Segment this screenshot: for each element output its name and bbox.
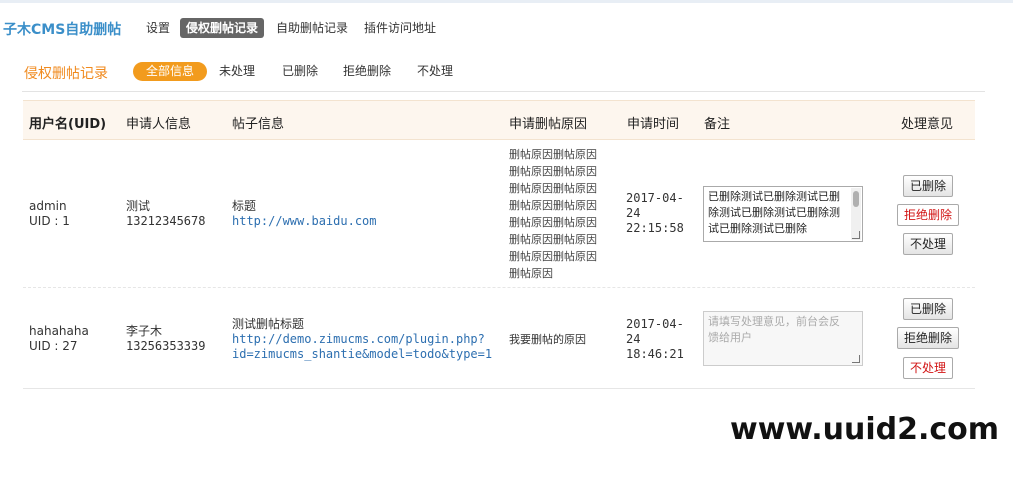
reason-line: 删帖原因删帖原因 <box>509 182 597 195</box>
col-username: 用户名(UID) <box>29 117 107 132</box>
username: hahahaha UID : 27 <box>29 324 89 354</box>
applicant-name: 测试 <box>126 199 151 213</box>
nav-infringement-records[interactable]: 侵权删帖记录 <box>180 18 265 38</box>
post-link[interactable]: http://demo.zimucms.com/plugin.php? <box>232 332 492 347</box>
applicant-info: 李子木 13256353339 <box>126 324 205 354</box>
applicant-phone: 13212345678 <box>126 214 206 228</box>
post-title: 测试删帖标题 <box>232 317 305 331</box>
time-clock: 22:15:58 <box>626 221 684 235</box>
applicant-info: 测试 13212345678 <box>126 199 205 229</box>
top-border <box>0 0 1013 3</box>
post-info: 测试删帖标题 http://demo.zimucms.com/plugin.ph… <box>232 317 492 362</box>
nav-settings[interactable]: 设置 <box>140 18 176 38</box>
reason-line: 删帖原因删帖原因 <box>509 233 597 246</box>
username: admin UID : 1 <box>29 199 70 229</box>
uid-text: UID : 27 <box>29 339 78 353</box>
apply-time: 2017-04- 24 18:46:21 <box>626 317 684 362</box>
nav-self-delete-records[interactable]: 自助删帖记录 <box>270 18 354 38</box>
reason-line: 删帖原因删帖原因 <box>509 250 597 263</box>
reason-line: 删帖原因删帖原因 <box>509 165 597 178</box>
time-day: 24 <box>626 332 641 346</box>
delete-reason: 删帖原因删帖原因 删帖原因删帖原因 删帖原因删帖原因 删帖原因删帖原因 删帖原因… <box>509 146 609 282</box>
time-day: 24 <box>626 206 641 220</box>
uid-text: UID : 1 <box>29 214 70 228</box>
time-date: 2017-04- <box>626 191 684 205</box>
top-navigation: 子木CMS自助删帖 设置 侵权删帖记录 自助删帖记录 插件访问地址 <box>0 0 1013 54</box>
table-row: admin UID : 1 测试 13212345678 标题 http://w… <box>23 140 975 288</box>
reason-line: 删帖原因删帖原因 <box>509 216 597 229</box>
resize-grip-icon[interactable] <box>852 355 860 363</box>
deleted-button[interactable]: 已删除 <box>903 298 954 320</box>
ignore-button[interactable]: 不处理 <box>903 233 954 255</box>
reason-line: 删帖原因 <box>509 267 553 280</box>
brand-title: 子木CMS自助删帖 <box>3 22 122 38</box>
watermark: www.uuid2.com <box>730 412 1000 447</box>
scroll-thumb[interactable] <box>853 191 859 207</box>
filter-all[interactable]: 全部信息 <box>133 62 208 81</box>
nav-plugin-url[interactable]: 插件访问地址 <box>358 18 442 38</box>
username-text: hahahaha <box>29 324 89 338</box>
refuse-delete-button[interactable]: 拒绝删除 <box>897 327 960 349</box>
username-text: admin <box>29 199 67 213</box>
post-title: 标题 <box>232 199 257 213</box>
post-link[interactable]: http://www.baidu.com <box>232 214 377 229</box>
section-title: 侵权删帖记录 <box>24 66 108 82</box>
delete-reason: 我要删帖的原因 <box>509 333 586 346</box>
memo-textarea[interactable]: 请填写处理意见，前台会反馈给用户 <box>703 311 863 366</box>
filter-refused[interactable]: 拒绝删除 <box>337 62 397 81</box>
applicant-phone: 13256353339 <box>126 339 206 353</box>
post-link[interactable]: id=zimucms_shantie&model=todo&type=1 <box>232 347 492 362</box>
memo-placeholder: 请填写处理意见，前台会反馈给用户 <box>708 315 840 344</box>
filter-deleted[interactable]: 已删除 <box>276 62 324 81</box>
time-date: 2017-04- <box>626 317 684 331</box>
memo-textarea[interactable]: 已删除测试已删除测试已删除测试已删除测试已删除测试已删除测试已删除 <box>703 186 863 242</box>
ignore-button[interactable]: 不处理 <box>903 357 954 379</box>
time-clock: 18:46:21 <box>626 347 684 361</box>
col-applicant: 申请人信息 <box>126 117 192 132</box>
table-header: 用户名(UID) 申请人信息 帖子信息 申请删帖原因 申请时间 备注 处理意见 <box>23 100 975 140</box>
reason-line: 删帖原因删帖原因 <box>509 199 597 212</box>
col-action: 处理意见 <box>901 117 954 132</box>
table-row: hahahaha UID : 27 李子木 13256353339 测试删帖标题… <box>23 289 975 389</box>
filter-unprocessed[interactable]: 未处理 <box>213 62 261 81</box>
col-time: 申请时间 <box>627 117 680 132</box>
reason-line: 删帖原因删帖原因 <box>509 148 597 161</box>
col-reason: 申请删帖原因 <box>509 117 588 132</box>
divider <box>22 91 985 92</box>
col-post: 帖子信息 <box>232 117 285 132</box>
resize-grip-icon[interactable] <box>852 231 860 239</box>
refuse-delete-button[interactable]: 拒绝删除 <box>897 204 960 226</box>
post-info: 标题 http://www.baidu.com <box>232 199 377 229</box>
memo-text: 已删除测试已删除测试已删除测试已删除测试已删除测试已删除测试已删除 <box>708 190 840 235</box>
deleted-button[interactable]: 已删除 <box>903 175 954 197</box>
filter-ignored[interactable]: 不处理 <box>411 62 459 81</box>
col-memo: 备注 <box>704 117 731 132</box>
applicant-name: 李子木 <box>126 324 163 338</box>
apply-time: 2017-04- 24 22:15:58 <box>626 191 684 236</box>
